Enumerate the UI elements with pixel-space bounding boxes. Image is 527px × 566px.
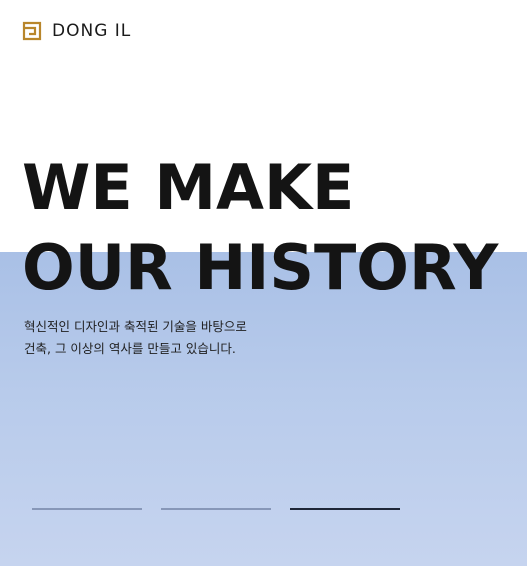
slide-indicator-2[interactable] <box>161 508 271 510</box>
description-line-1: 혁신적인 디자인과 축적된 기술을 바탕으로 <box>24 319 247 334</box>
dong-il-logo-icon[interactable] <box>22 21 42 41</box>
headline-line-1: WE MAKE <box>22 151 355 224</box>
site-header: DONG IL <box>22 20 131 42</box>
description-line-2: 건축, 그 이상의 역사를 만들고 있습니다. <box>24 341 236 356</box>
brand-name[interactable]: DONG IL <box>52 21 131 41</box>
slide-indicators <box>32 508 419 510</box>
slide-indicator-1[interactable] <box>32 508 142 510</box>
hero-headline: WE MAKE OUR HISTORY <box>22 148 498 308</box>
hero-description: 혁신적인 디자인과 축적된 기술을 바탕으로 건축, 그 이상의 역사를 만들고… <box>24 316 247 360</box>
slide-indicator-3[interactable] <box>290 508 400 510</box>
headline-line-2: OUR HISTORY <box>22 231 499 304</box>
